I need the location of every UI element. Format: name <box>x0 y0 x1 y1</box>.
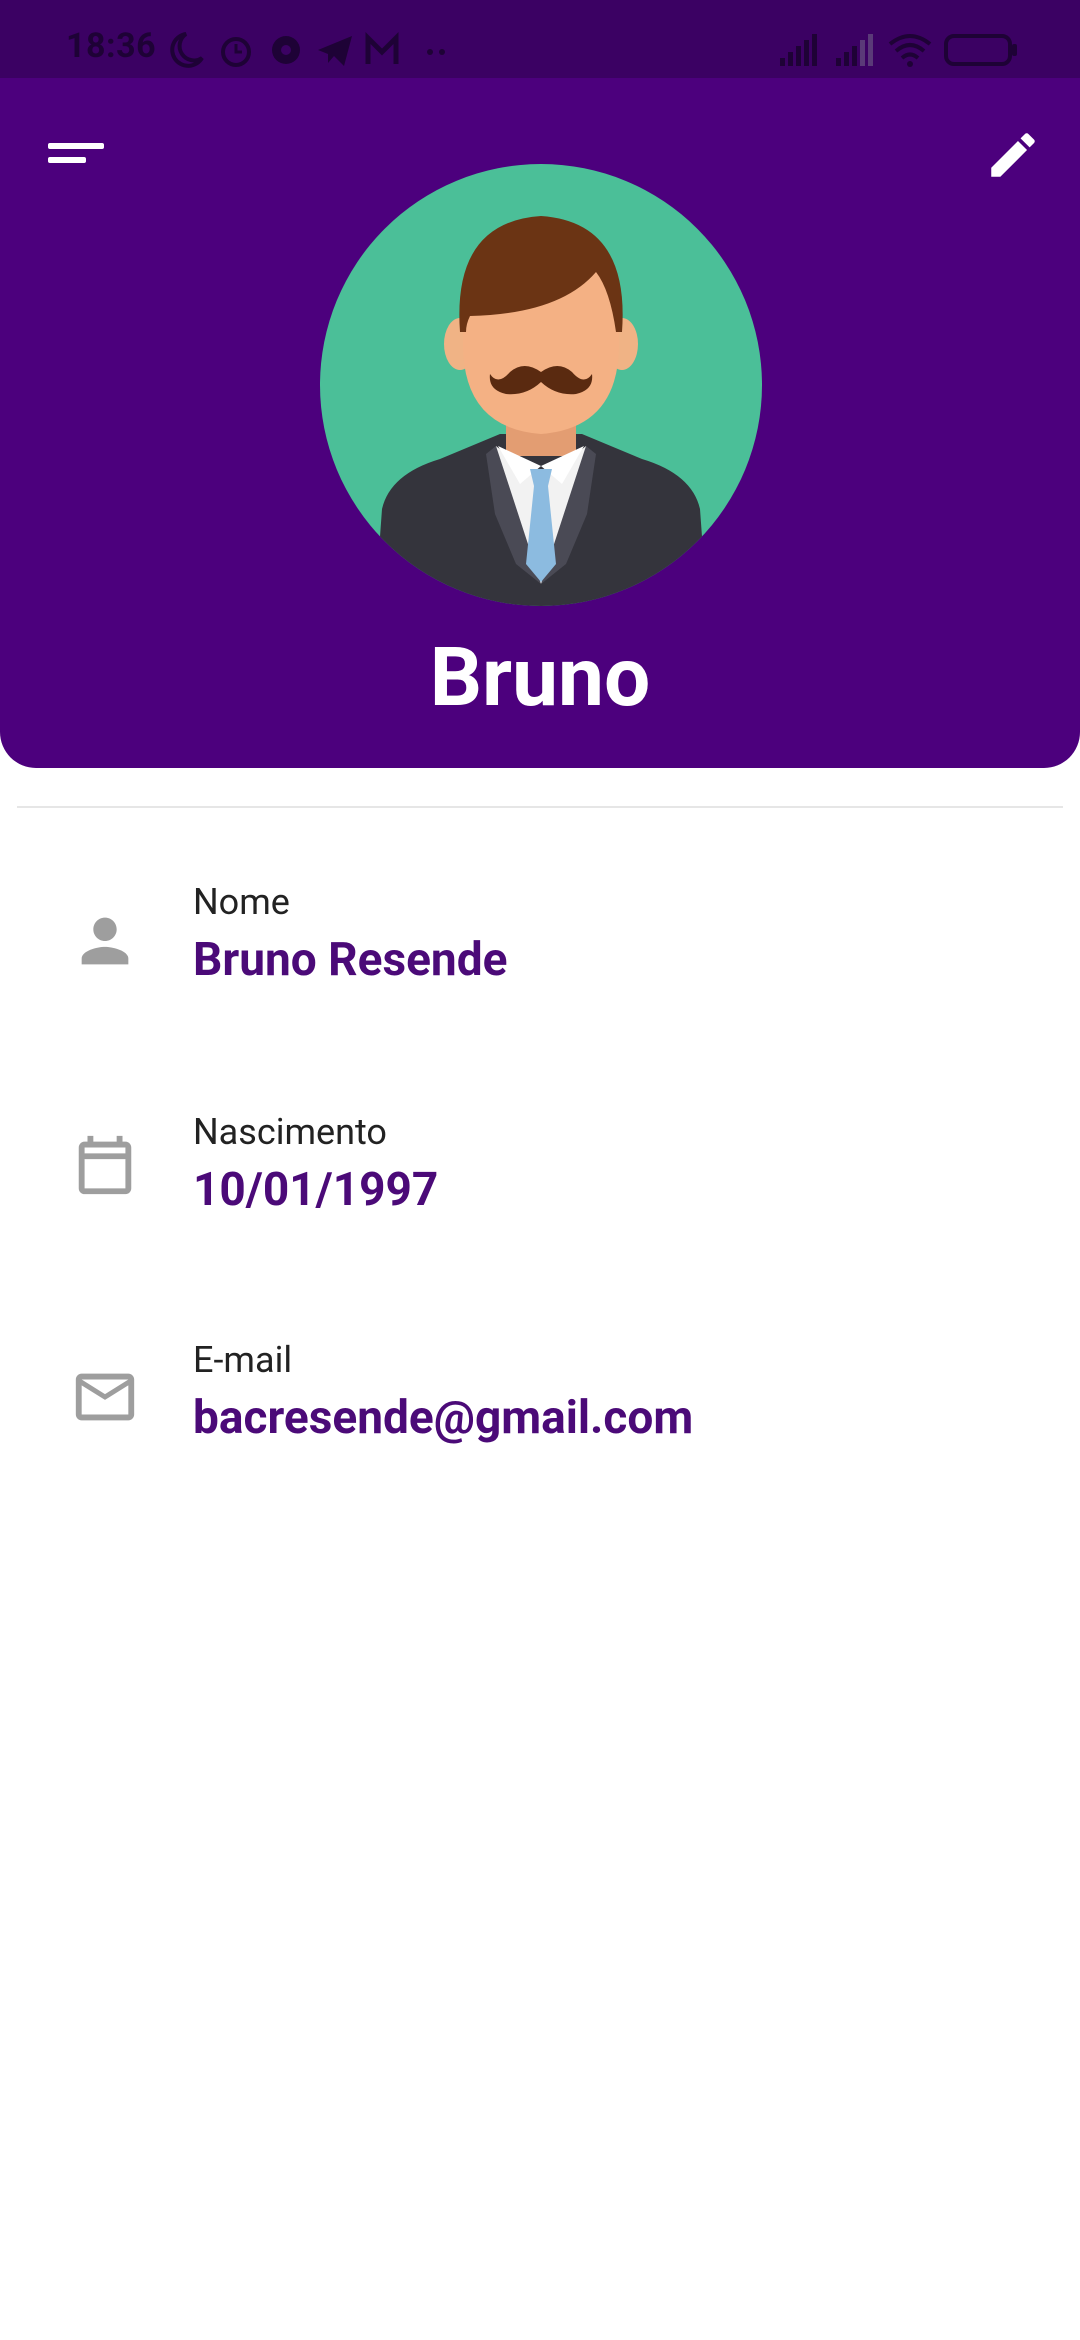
detail-row-nome: Nome Bruno Resende <box>0 880 1080 1040</box>
detail-value: bacresende@gmail.com <box>193 1391 694 1445</box>
menu-icon[interactable] <box>48 143 108 171</box>
status-notification-icons <box>170 31 445 68</box>
person-icon <box>81 917 129 965</box>
status-time: 18:36 <box>66 26 157 66</box>
detail-label: Nome <box>193 881 290 923</box>
profile-name: Bruno <box>429 630 651 726</box>
detail-row-email: E-mail bacresende@gmail.com <box>0 1338 1080 1498</box>
detail-value: 10/01/1997 <box>193 1163 439 1217</box>
divider <box>17 806 1063 808</box>
calendar-icon <box>78 1135 132 1195</box>
detail-row-nascimento: Nascimento 10/01/1997 <box>0 1110 1080 1270</box>
mail-icon <box>75 1373 135 1421</box>
avatar <box>320 164 762 606</box>
detail-value: Bruno Resende <box>193 933 508 987</box>
status-system-icons <box>780 34 1017 67</box>
detail-label: E-mail <box>193 1339 293 1381</box>
edit-pencil-icon[interactable] <box>984 126 1042 184</box>
detail-label: Nascimento <box>193 1111 387 1153</box>
status-bar: 18:36 <box>0 0 1080 78</box>
